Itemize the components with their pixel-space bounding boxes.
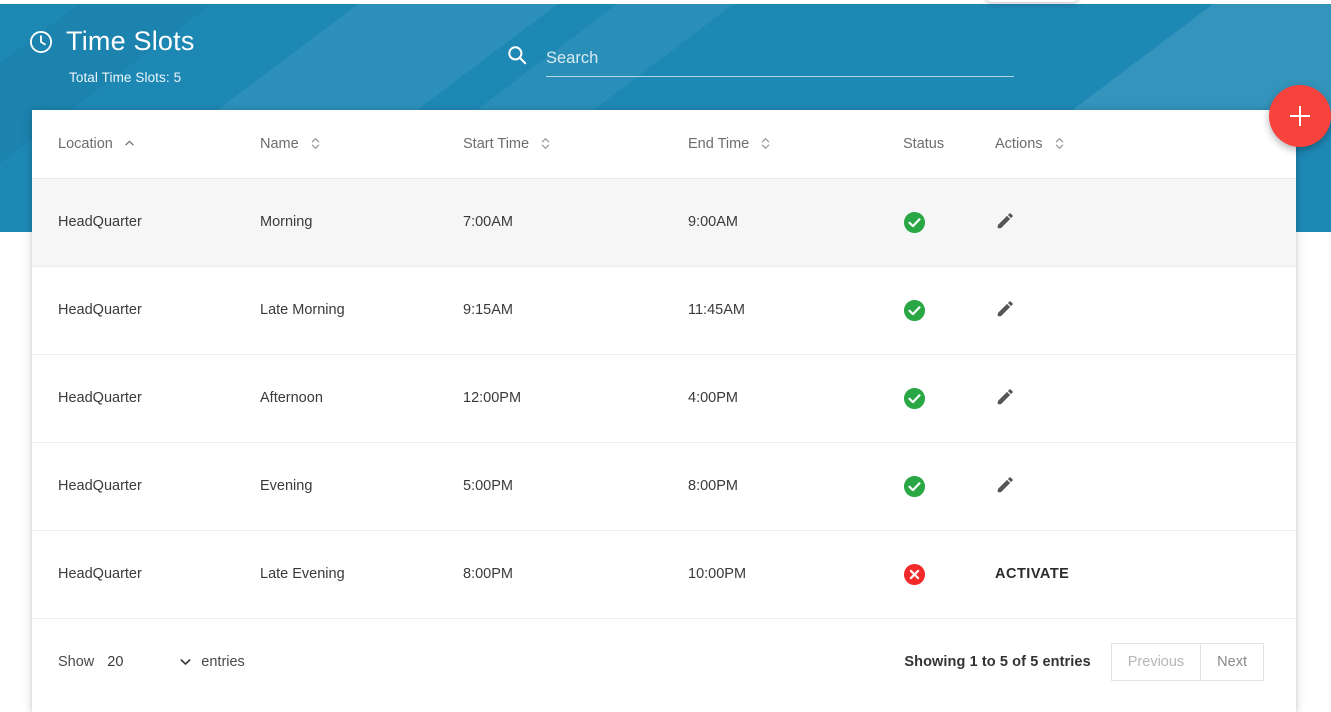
table-header-row: Location Name Start Time End Time Status… bbox=[32, 110, 1296, 179]
column-label: Start Time bbox=[463, 135, 530, 152]
time-slots-table: Location Name Start Time End Time Status… bbox=[32, 110, 1296, 619]
cell-location: HeadQuarter bbox=[32, 266, 234, 355]
table-row[interactable]: HeadQuarter Morning 7:00AM 9:00AM bbox=[32, 178, 1296, 267]
entries-label: entries bbox=[201, 653, 245, 670]
column-header-status: Status bbox=[877, 110, 969, 179]
table-header: Location Name Start Time End Time Status… bbox=[32, 110, 1296, 179]
cell-actions bbox=[969, 266, 1296, 355]
edit-time-slot-button[interactable] bbox=[995, 473, 1017, 495]
activate-time-slot-button[interactable]: ACTIVATE bbox=[995, 566, 1069, 582]
cell-actions: ACTIVATE bbox=[969, 530, 1296, 619]
table-row[interactable]: HeadQuarter Late Morning 9:15AM 11:45AM bbox=[32, 266, 1296, 355]
pencil-icon bbox=[995, 385, 1017, 407]
next-page-button[interactable]: Next bbox=[1200, 642, 1264, 681]
table-body: HeadQuarter Morning 7:00AM 9:00AM HeadQuarte… bbox=[32, 178, 1296, 619]
column-header-name[interactable]: Name bbox=[234, 110, 437, 179]
check-circle-icon bbox=[903, 211, 969, 234]
column-label: End Time bbox=[688, 135, 750, 152]
show-label: Show bbox=[58, 653, 95, 670]
page-title-row: Time Slots bbox=[28, 28, 195, 55]
cell-actions bbox=[969, 442, 1296, 531]
status-badge bbox=[877, 442, 969, 531]
pencil-icon bbox=[995, 473, 1017, 495]
status-badge bbox=[877, 530, 969, 619]
sort-both-icon bbox=[541, 138, 550, 150]
time-slots-page: Time Slots Total Time Slots: 5 Search Lo… bbox=[0, 0, 1331, 712]
cell-end-time: 9:00AM bbox=[662, 178, 877, 267]
previous-page-button[interactable]: Previous bbox=[1110, 642, 1201, 681]
search-bar bbox=[506, 44, 1014, 77]
check-circle-icon bbox=[903, 475, 969, 498]
column-label: Name bbox=[260, 135, 299, 152]
edit-time-slot-button[interactable] bbox=[995, 385, 1017, 407]
cell-start-time: 5:00PM bbox=[437, 442, 662, 531]
cell-location: HeadQuarter bbox=[32, 530, 234, 619]
cell-start-time: 12:00PM bbox=[437, 354, 662, 443]
cell-start-time: 8:00PM bbox=[437, 530, 662, 619]
search-input[interactable] bbox=[546, 49, 1014, 77]
page-header: Time Slots Total Time Slots: 5 bbox=[28, 28, 195, 85]
cell-name: Afternoon bbox=[234, 354, 437, 443]
check-circle-icon bbox=[903, 299, 969, 322]
plus-icon bbox=[1290, 106, 1310, 126]
cell-end-time: 4:00PM bbox=[662, 354, 877, 443]
edit-time-slot-button[interactable] bbox=[995, 209, 1017, 231]
cell-location: HeadQuarter bbox=[32, 442, 234, 531]
table-row[interactable]: HeadQuarter Afternoon 12:00PM 4:00PM bbox=[32, 354, 1296, 443]
column-header-start-time[interactable]: Start Time bbox=[437, 110, 662, 179]
times-circle-icon bbox=[903, 563, 969, 586]
page-title: Time Slots bbox=[66, 26, 195, 56]
status-badge bbox=[877, 266, 969, 355]
column-header-location[interactable]: Location bbox=[32, 110, 234, 179]
showing-entries-text: Showing 1 to 5 of 5 entries bbox=[904, 653, 1091, 670]
cell-name: Late Evening bbox=[234, 530, 437, 619]
pencil-icon bbox=[995, 209, 1017, 231]
cell-location: HeadQuarter bbox=[32, 178, 234, 267]
sort-both-icon bbox=[761, 138, 770, 150]
sort-asc-icon bbox=[125, 140, 134, 146]
table-footer: Show 102050100 entries Showing 1 to 5 of… bbox=[32, 619, 1296, 705]
edit-time-slot-button[interactable] bbox=[995, 297, 1017, 319]
cell-start-time: 9:15AM bbox=[437, 266, 662, 355]
entries-per-page-select[interactable]: 102050100 bbox=[107, 651, 200, 672]
cell-location: HeadQuarter bbox=[32, 354, 234, 443]
column-header-actions[interactable]: Actions bbox=[969, 110, 1296, 179]
status-badge bbox=[877, 178, 969, 267]
column-label: Status bbox=[903, 135, 945, 152]
cell-end-time: 11:45AM bbox=[662, 266, 877, 355]
cell-actions bbox=[969, 354, 1296, 443]
pagination: Showing 1 to 5 of 5 entries Previous Nex… bbox=[904, 642, 1264, 681]
cell-start-time: 7:00AM bbox=[437, 178, 662, 267]
check-circle-icon bbox=[903, 387, 969, 410]
column-label: Actions bbox=[995, 135, 1043, 152]
cell-name: Morning bbox=[234, 178, 437, 267]
cell-name: Evening bbox=[234, 442, 437, 531]
table-row[interactable]: HeadQuarter Late Evening 8:00PM 10:00PM ACTI… bbox=[32, 530, 1296, 619]
cell-end-time: 8:00PM bbox=[662, 442, 877, 531]
column-label: Location bbox=[58, 135, 113, 152]
cut-off-overlay-element bbox=[986, 0, 1078, 2]
total-count-label: Total Time Slots: 5 bbox=[69, 70, 182, 85]
add-time-slot-button[interactable] bbox=[1269, 85, 1331, 147]
search-icon bbox=[506, 44, 528, 77]
column-header-end-time[interactable]: End Time bbox=[662, 110, 877, 179]
time-slots-card: Location Name Start Time End Time Status… bbox=[32, 110, 1296, 712]
clock-icon bbox=[28, 29, 54, 55]
table-row[interactable]: HeadQuarter Evening 5:00PM 8:00PM bbox=[32, 442, 1296, 531]
pencil-icon bbox=[995, 297, 1017, 319]
cell-actions bbox=[969, 178, 1296, 267]
cell-end-time: 10:00PM bbox=[662, 530, 877, 619]
status-badge bbox=[877, 354, 969, 443]
cell-name: Late Morning bbox=[234, 266, 437, 355]
sort-both-icon bbox=[1055, 138, 1063, 150]
entries-per-page-control: Show 102050100 entries bbox=[58, 651, 245, 672]
sort-both-icon bbox=[311, 138, 319, 150]
